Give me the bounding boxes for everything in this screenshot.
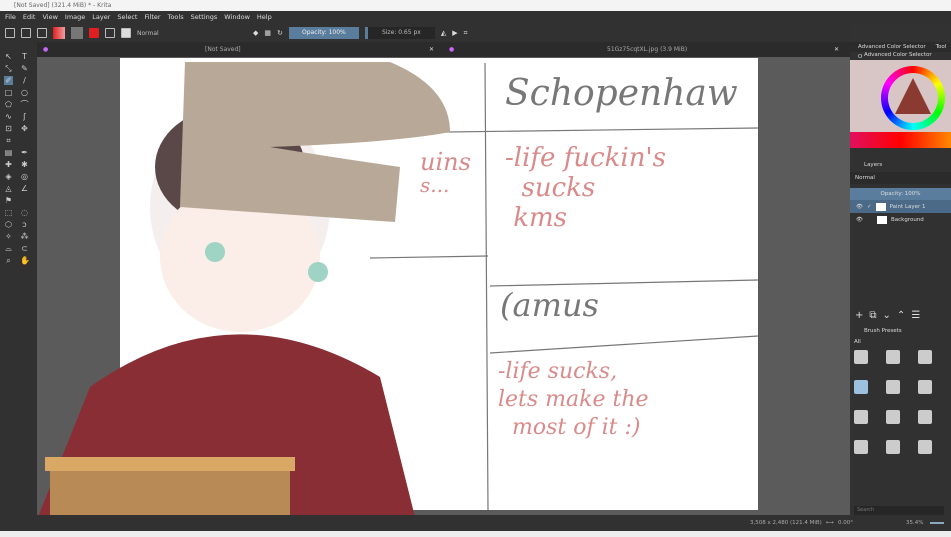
menu-edit[interactable]: Edit: [23, 11, 36, 24]
visibility-eye-icon[interactable]: 👁: [856, 217, 863, 223]
menu-bar: File Edit View Image Layer Select Filter Tools S…: [0, 11, 951, 24]
document-tabs: ● [Not Saved] ✕ ● 51Gz75cqtXL.jpg (3.9 M…: [37, 42, 850, 57]
window-title: [Not Saved] (321.4 MiB) * - Krita: [14, 2, 112, 9]
blend-mode-select[interactable]: Normal: [137, 30, 247, 37]
status-bar: 3,508 x 2,480 (121.4 MiB) ⟷ 0.00° 35.4%: [0, 515, 951, 531]
rotation-value[interactable]: 0.00°: [838, 515, 853, 531]
close-tab-icon[interactable]: ✕: [834, 42, 839, 57]
brush-preset[interactable]: [854, 410, 868, 424]
open-icon[interactable]: [21, 28, 31, 38]
eraser-icon[interactable]: ◆: [253, 29, 258, 37]
krita-icon: ●: [449, 46, 455, 53]
brush-preset[interactable]: [886, 440, 900, 454]
taskbar-edge: [0, 531, 951, 537]
pattern-selector[interactable]: [71, 27, 83, 39]
title-bar: [Not Saved] (321.4 MiB) * - Krita: [0, 0, 951, 11]
opacity-slider[interactable]: Opacity: 100%: [288, 27, 359, 39]
menu-help[interactable]: Help: [257, 11, 272, 24]
right-docker: Advanced Color Selector Tool O Advanced C…: [850, 42, 951, 515]
close-tab-icon[interactable]: ✕: [429, 42, 434, 57]
brush-preset-icon[interactable]: [121, 28, 131, 38]
menu-image[interactable]: Image: [65, 11, 85, 24]
brush-preset-grid: [854, 350, 934, 454]
brush-editor-icon[interactable]: [105, 28, 115, 38]
brush-search-input[interactable]: Search: [854, 506, 944, 515]
layer-row[interactable]: 👁 Background: [850, 213, 951, 226]
brush-preset[interactable]: [918, 350, 932, 364]
menu-filter[interactable]: Filter: [144, 11, 160, 24]
reload-icon[interactable]: ↻: [277, 29, 283, 37]
menu-file[interactable]: File: [5, 11, 16, 24]
brush-preset[interactable]: [886, 410, 900, 424]
layers-title: Layers: [864, 162, 883, 168]
toolbar: Normal ◆ ▦ ↻ Opacity: 100% Size: 0.65 px ◭…: [0, 24, 850, 42]
brush-tag-filter[interactable]: All: [854, 339, 861, 345]
add-layer-icon[interactable]: +: [855, 310, 863, 321]
image-dimensions: 3,508 x 2,480 (121.4 MiB): [750, 520, 822, 526]
tab-not-saved[interactable]: [Not Saved]: [205, 42, 241, 57]
brush-preset[interactable]: [886, 380, 900, 394]
layer-row[interactable]: 👁 ✓ Paint Layer 1: [850, 200, 951, 213]
tab-advanced-color-selector[interactable]: Advanced Color Selector: [858, 44, 926, 50]
move-up-icon[interactable]: ⌃: [897, 310, 905, 321]
gradient-selector[interactable]: [53, 27, 65, 39]
zoom-slider[interactable]: [930, 522, 944, 524]
note-schopenhauer: -life fuckin's sucks kms: [505, 143, 666, 233]
brush-presets-title: Brush Presets: [864, 328, 902, 334]
layer-opacity-slider[interactable]: Opacity: 100%: [850, 188, 951, 200]
new-document-icon[interactable]: [5, 28, 15, 38]
note-camus-summary: -life sucks, lets make the most of it :): [498, 359, 649, 440]
menu-select[interactable]: Select: [117, 11, 137, 24]
menu-layer[interactable]: Layer: [92, 11, 110, 24]
menu-window[interactable]: Window: [224, 11, 250, 24]
alpha-lock-icon[interactable]: ▦: [264, 29, 271, 37]
brush-preset[interactable]: [918, 440, 932, 454]
layer-blend-select[interactable]: Normal: [850, 172, 951, 184]
layer-properties-icon[interactable]: ☰: [911, 310, 920, 321]
duplicate-layer-icon[interactable]: ⧉: [869, 310, 876, 321]
brush-preset[interactable]: [854, 350, 868, 364]
layer-name: Paint Layer 1: [889, 203, 926, 210]
save-icon[interactable]: [37, 28, 47, 38]
move-down-icon[interactable]: ⌄: [883, 310, 891, 321]
checkmark-icon[interactable]: ✓: [867, 204, 872, 210]
color-selector[interactable]: [850, 60, 951, 148]
brush-preset[interactable]: [886, 350, 900, 364]
brush-preset[interactable]: [854, 440, 868, 454]
rotation-icon[interactable]: ⟷: [826, 515, 834, 531]
color-selector-title: Advanced Color Selector: [864, 52, 932, 58]
note-header-schopenhauer: Schopenhaw: [505, 73, 738, 114]
zoom-level[interactable]: 35.4%: [906, 515, 923, 531]
visibility-eye-icon[interactable]: 👁: [856, 204, 863, 210]
size-slider[interactable]: Size: 0.65 px: [364, 27, 435, 39]
krita-icon: ●: [43, 46, 49, 53]
color-swatch[interactable]: [89, 28, 99, 38]
wrap-icon[interactable]: ⌗: [464, 29, 468, 38]
menu-settings[interactable]: Settings: [191, 11, 218, 24]
layer-name: Background: [890, 216, 924, 223]
menu-view[interactable]: View: [42, 11, 57, 24]
brush-preset[interactable]: [854, 380, 868, 394]
vtuber-avatar-overlay: [30, 62, 450, 537]
brush-preset[interactable]: [918, 410, 932, 424]
tab-reference-image[interactable]: 51Gz75cqtXL.jpg (3.9 MiB): [607, 42, 687, 57]
mirror-horizontal-icon[interactable]: ◭: [441, 29, 446, 37]
color-strip[interactable]: [850, 132, 951, 148]
color-triangle[interactable]: [895, 78, 931, 114]
mirror-vertical-icon[interactable]: ▶: [452, 29, 457, 37]
note-camus: (amus: [500, 286, 599, 324]
brush-preset[interactable]: [918, 380, 932, 394]
menu-tools[interactable]: Tools: [168, 11, 184, 24]
